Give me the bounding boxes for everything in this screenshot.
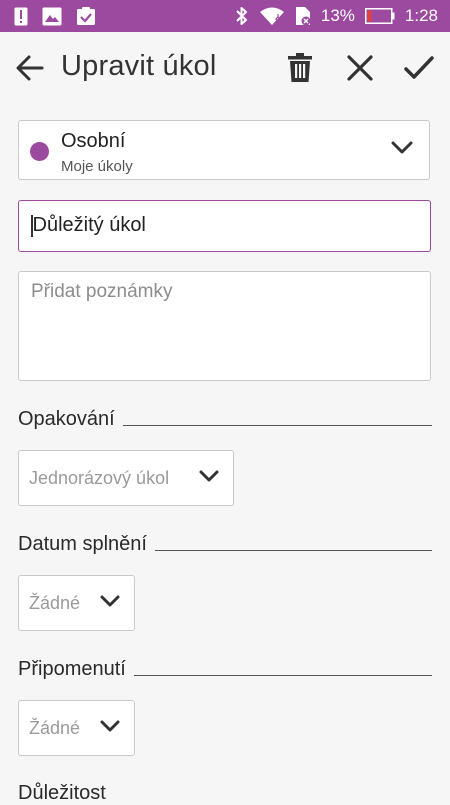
reminder-dropdown[interactable]: Žádné <box>18 700 135 756</box>
list-name: Osobní <box>61 130 126 152</box>
due-date-dropdown[interactable]: Žádné <box>18 575 135 631</box>
reminder-value: Žádné <box>29 718 81 738</box>
page-title: Upravit úkol <box>61 50 217 82</box>
repeat-section-header: Opakování <box>18 408 432 431</box>
priority-label: Důležitost <box>18 782 106 804</box>
divider <box>154 549 432 551</box>
repeat-value: Jednorázový úkol <box>29 468 170 488</box>
due-date-value: Žádné <box>29 593 81 613</box>
divider <box>133 674 432 676</box>
task-title-value: Důležitý úkol <box>32 214 146 236</box>
notes-placeholder: Přidat poznámky <box>31 281 173 302</box>
chevron-down-icon <box>199 470 219 488</box>
due-date-label: Datum splnění <box>18 533 147 555</box>
repeat-dropdown[interactable]: Jednorázový úkol <box>18 450 234 506</box>
bluetooth-icon <box>235 6 249 26</box>
close-icon[interactable] <box>340 48 380 88</box>
app-bar: Upravit úkol <box>0 32 450 104</box>
battery-icon <box>364 8 395 24</box>
divider <box>122 424 432 426</box>
trash-icon[interactable] <box>280 48 320 88</box>
list-subtitle: Moje úkoly <box>61 158 133 175</box>
due-date-section-header: Datum splnění <box>18 533 432 556</box>
check-icon[interactable] <box>399 48 439 88</box>
priority-section-header: Důležitost <box>18 782 432 805</box>
task-title-input[interactable]: Důležitý úkol <box>18 200 431 252</box>
back-arrow-icon[interactable] <box>12 50 48 86</box>
no-sim-icon <box>295 6 311 26</box>
chevron-down-icon <box>100 720 120 738</box>
list-color-dot <box>30 142 49 161</box>
repeat-label: Opakování <box>18 408 115 430</box>
clock: 1:28 <box>404 6 438 25</box>
list-picker[interactable]: Osobní Moje úkoly <box>18 120 430 180</box>
status-bar: 13% 1:28 <box>0 0 450 32</box>
wifi-icon <box>259 6 285 26</box>
chevron-down-icon <box>391 141 413 160</box>
notes-input[interactable]: Přidat poznámky <box>18 271 431 381</box>
chevron-down-icon <box>100 595 120 613</box>
alert-icon <box>14 6 28 26</box>
battery-percent: 13% <box>320 6 355 25</box>
reminder-section-header: Připomenutí <box>18 658 432 681</box>
clipboard-check-icon <box>76 6 96 26</box>
reminder-label: Připomenutí <box>18 658 126 680</box>
gallery-icon <box>42 6 62 26</box>
